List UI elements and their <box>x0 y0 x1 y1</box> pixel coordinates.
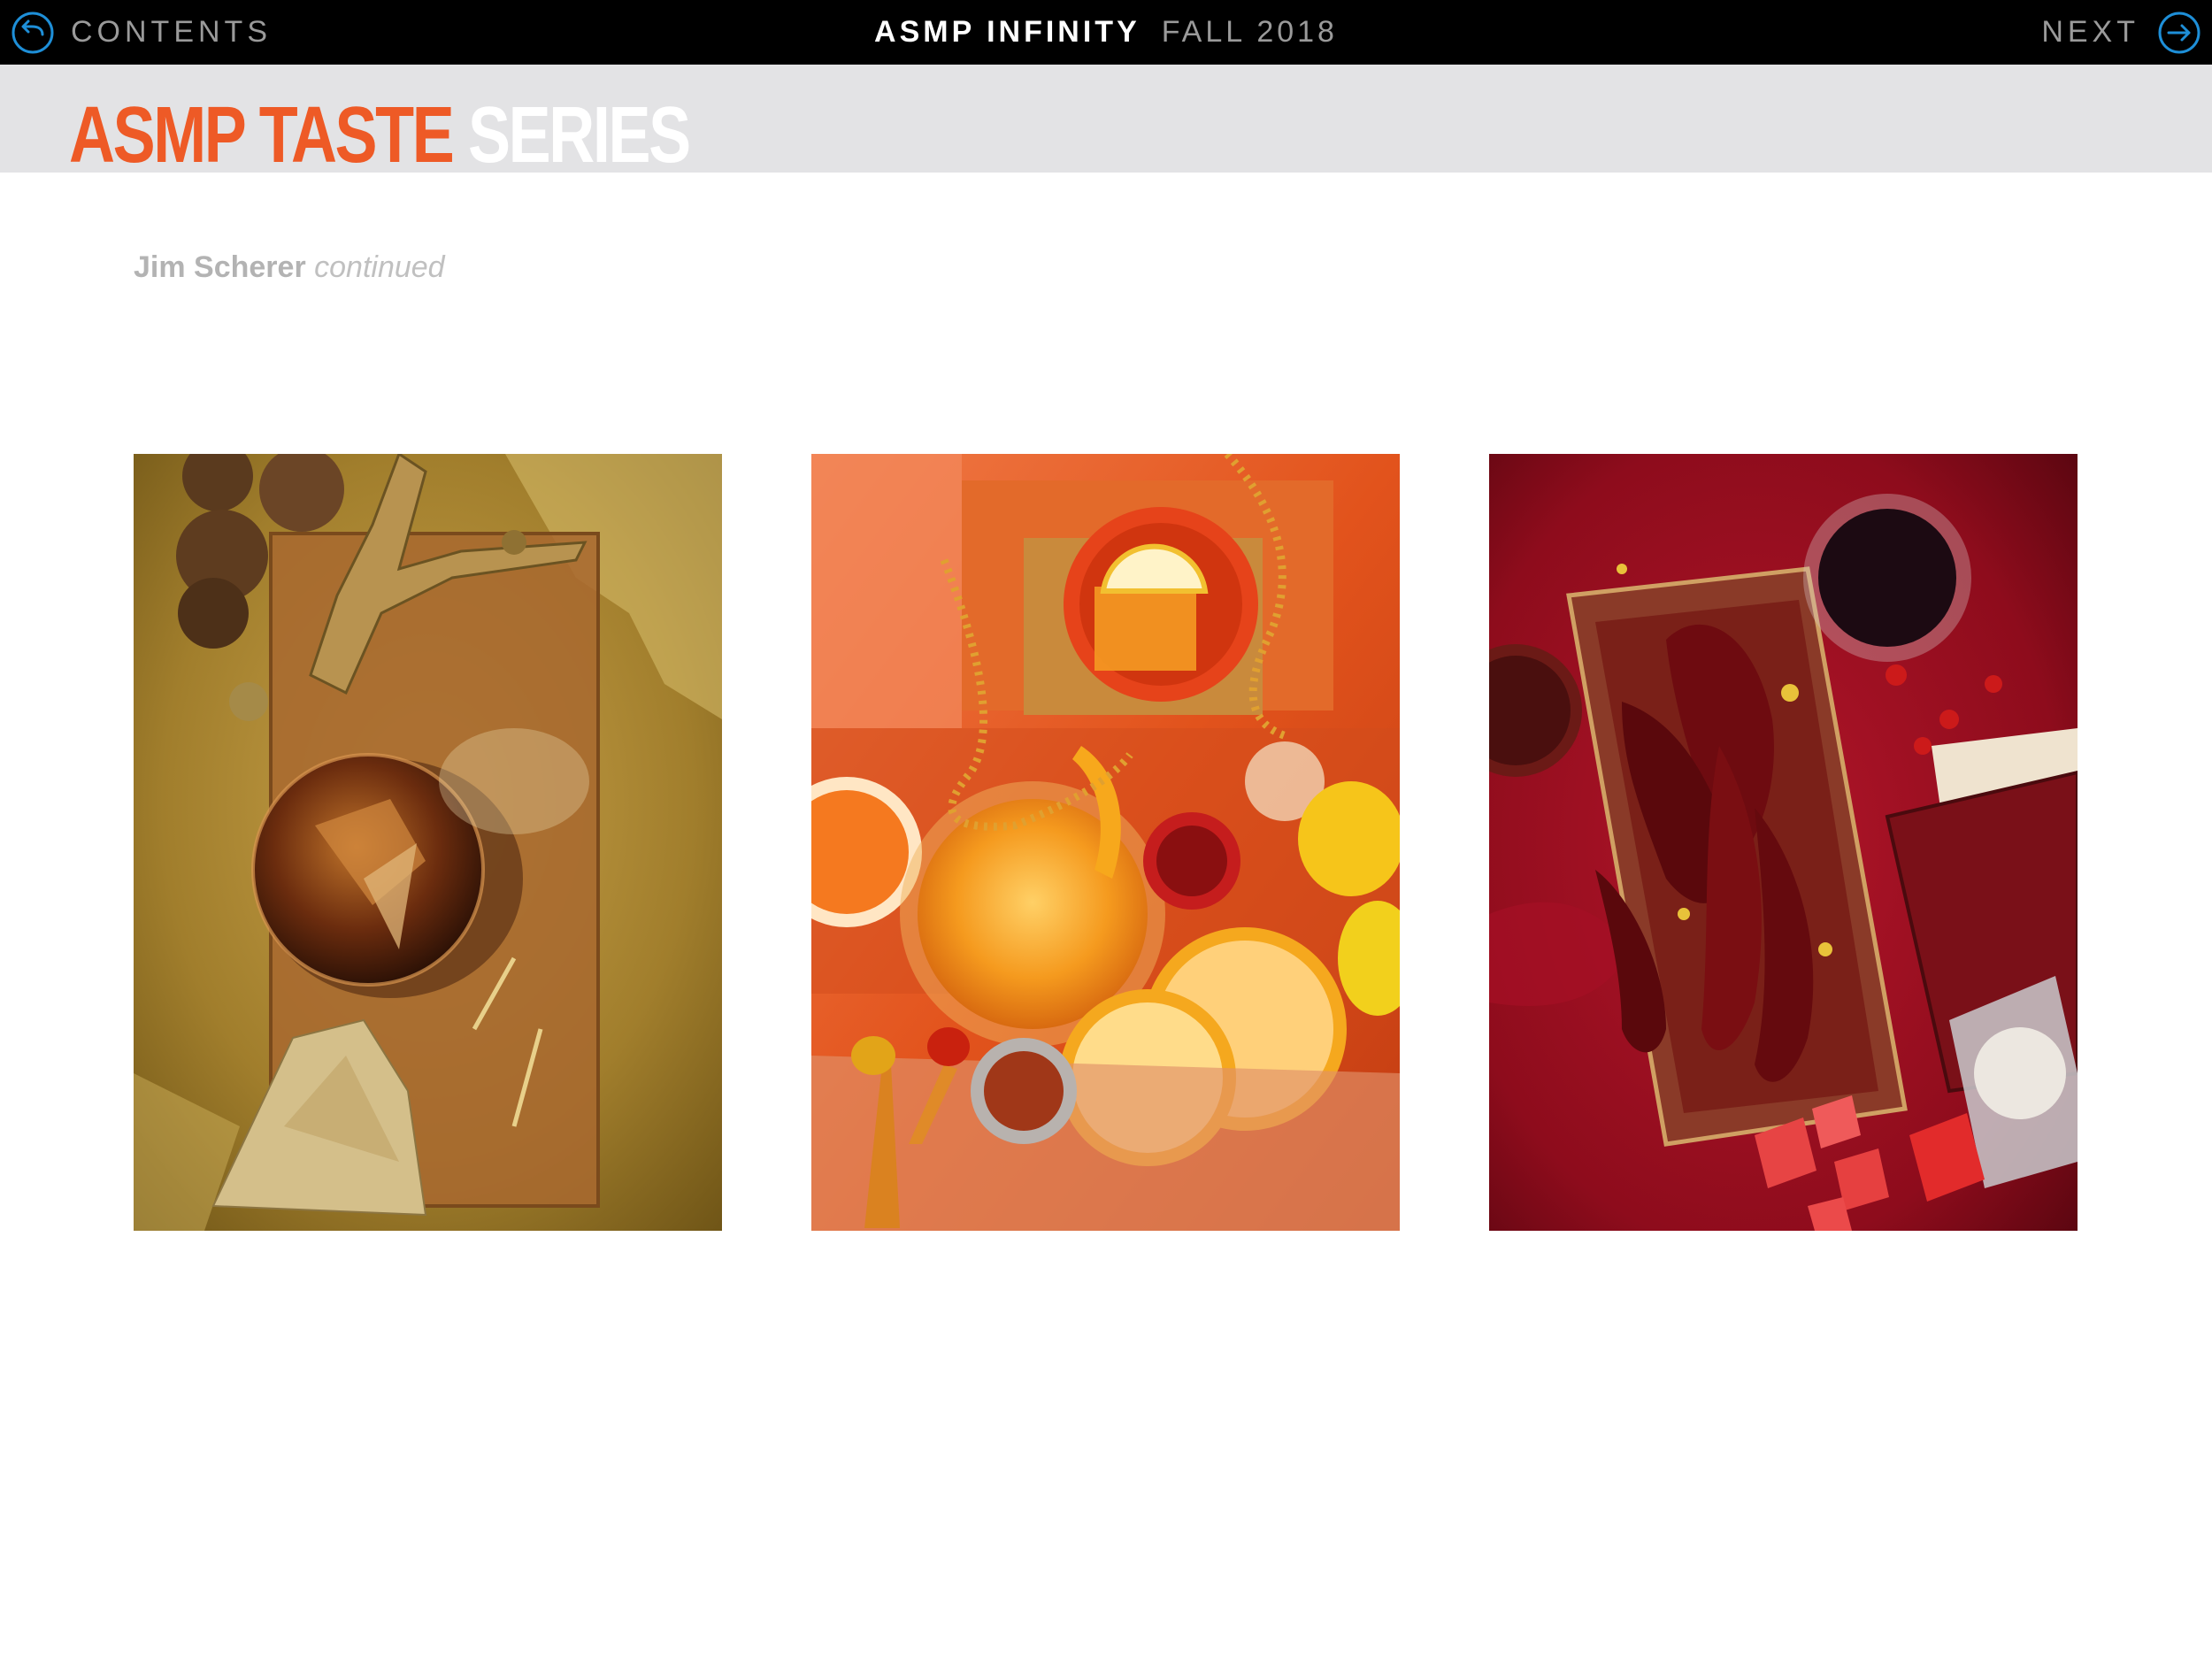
back-arrow-icon[interactable] <box>11 11 55 55</box>
photo-orange-cocktail[interactable] <box>811 454 1400 1231</box>
series-title-light: SERIES <box>468 96 689 180</box>
photo-dried-chilies[interactable] <box>1489 454 2078 1231</box>
photo-dried-chilies-image <box>1489 454 2078 1231</box>
contents-label: CONTENTS <box>71 15 272 49</box>
next-button[interactable]: NEXT <box>2041 0 2201 65</box>
byline-continued: continued <box>314 250 445 284</box>
contents-button[interactable]: CONTENTS <box>11 0 272 65</box>
byline: Jim Scherer continued <box>134 250 445 285</box>
series-title: ASMP TASTE SERIES <box>69 96 689 180</box>
photo-orange-cocktail-image <box>811 454 1400 1231</box>
publication-title: ASMP INFINITY <box>874 15 1141 49</box>
next-arrow-icon[interactable] <box>2157 11 2201 55</box>
next-label: NEXT <box>2041 15 2139 49</box>
series-title-accent: ASMP TASTE <box>69 96 455 180</box>
publication-header: ASMP INFINITY FALL 2018 <box>0 0 2212 65</box>
photo-golden-nutcracker-image <box>134 454 722 1231</box>
photo-golden-nutcracker[interactable] <box>134 454 722 1231</box>
photographer-name: Jim Scherer <box>134 250 306 284</box>
top-nav-bar: CONTENTS ASMP INFINITY FALL 2018 NEXT <box>0 0 2212 65</box>
issue-label: FALL 2018 <box>1161 15 1338 49</box>
